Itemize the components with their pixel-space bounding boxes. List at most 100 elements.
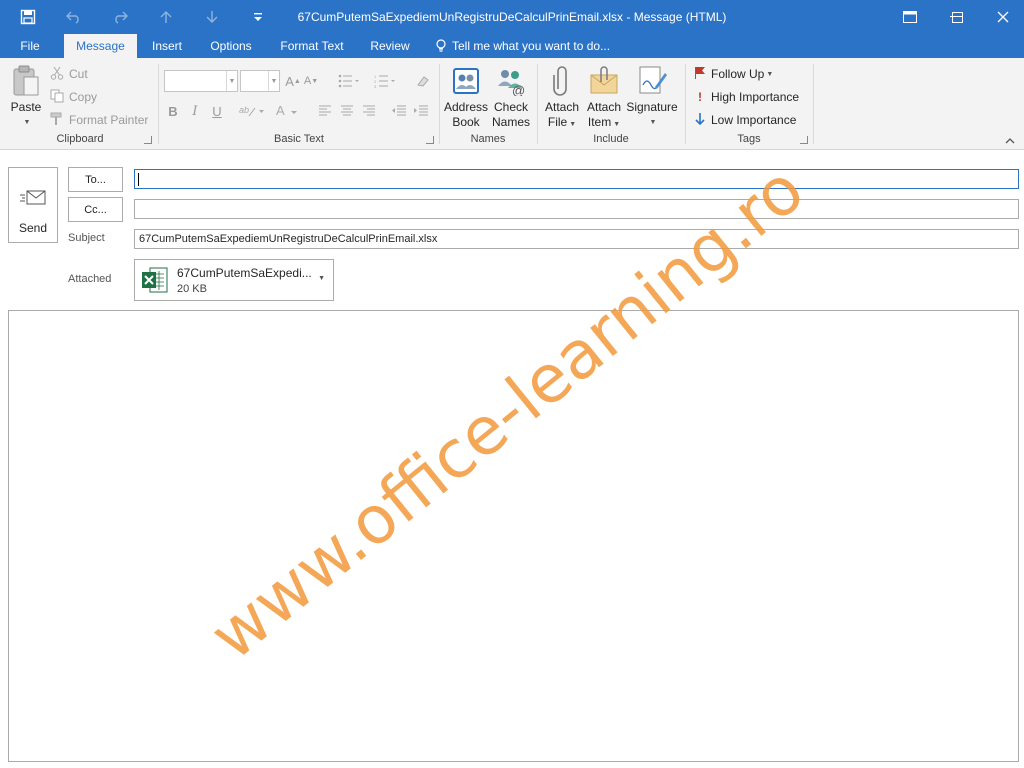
paste-label: Paste — [10, 100, 42, 114]
attach-item-button[interactable]: Attach Item ▼ — [582, 64, 626, 132]
numbering-icon[interactable]: 123 — [370, 71, 400, 91]
customize-toolbar-icon[interactable] — [238, 0, 278, 34]
high-importance-button[interactable]: ! High Importance — [694, 87, 799, 107]
format-painter-button[interactable]: Format Painter — [50, 110, 148, 130]
include-group-label: Include — [593, 133, 629, 145]
names-group: Address Book @ Check Names Names — [440, 62, 536, 146]
grow-font-icon[interactable]: A ▲ — [284, 71, 302, 91]
tags-group-label: Tags — [737, 133, 761, 145]
align-left-icon[interactable] — [316, 101, 334, 121]
flag-icon — [694, 66, 706, 83]
copy-icon — [50, 89, 64, 106]
cut-button[interactable]: Cut — [50, 64, 88, 84]
to-field[interactable] — [134, 169, 1019, 189]
ribbon: Paste ▼ Cut Copy Format Painter Clipboar… — [0, 58, 1024, 150]
tab-format-text[interactable]: Format Text — [272, 34, 352, 58]
align-right-icon[interactable] — [360, 101, 378, 121]
check-names-label-line1: Check — [493, 100, 528, 114]
chevron-down-icon: ▼ — [649, 119, 657, 126]
basic-text-dialog-launcher[interactable] — [426, 136, 434, 144]
chevron-down-icon[interactable]: ▼ — [268, 71, 279, 91]
increase-indent-icon[interactable] — [412, 101, 430, 121]
address-book-icon — [449, 64, 483, 98]
title-bar: 67CumPutemSaExpediemUnRegistruDeCalculPr… — [0, 0, 1024, 34]
to-button[interactable]: To... — [68, 167, 123, 192]
attach-file-label-text: File — [547, 115, 568, 129]
signature-button[interactable]: Signature ▼ — [624, 64, 680, 130]
attach-file-label-line2: File ▼ — [548, 115, 576, 132]
copy-label: Copy — [69, 90, 98, 104]
check-names-label-line2: Names — [491, 115, 530, 129]
divider — [158, 64, 159, 144]
signature-label: Signature — [626, 100, 678, 114]
paintbrush-icon — [50, 112, 64, 129]
tab-options[interactable]: Options — [202, 34, 260, 58]
lightbulb-icon — [436, 39, 446, 52]
align-center-icon[interactable] — [338, 101, 356, 121]
clear-formatting-icon[interactable] — [414, 71, 432, 91]
svg-text:3: 3 — [374, 84, 377, 88]
chevron-down-icon[interactable]: ▼ — [226, 71, 237, 91]
compose-area: Send To... Cc... Subject 67CumPutemSaExp… — [0, 151, 1024, 768]
high-importance-icon: ! — [698, 90, 702, 104]
chevron-down-icon[interactable]: ▼ — [318, 275, 325, 282]
attach-file-button[interactable]: Attach File ▼ — [540, 64, 584, 132]
chevron-down-icon: ▼ — [613, 121, 621, 128]
tell-me-label: Tell me what you want to do... — [452, 39, 611, 53]
address-book-button[interactable]: Address Book — [442, 64, 490, 130]
tags-dialog-launcher[interactable] — [800, 136, 808, 144]
include-group: Attach File ▼ Attach Item ▼ Signature ▼ In… — [538, 62, 684, 146]
chevron-down-icon: ▼ — [766, 70, 774, 78]
send-button[interactable]: Send — [8, 167, 58, 243]
copy-button[interactable]: Copy — [50, 87, 97, 107]
subject-field[interactable]: 67CumPutemSaExpediemUnRegistruDeCalculPr… — [134, 229, 1019, 249]
scissors-icon — [50, 66, 64, 83]
shrink-font-icon[interactable]: A ▼ — [302, 71, 320, 91]
attach-item-label-line2: Item ▼ — [588, 115, 620, 132]
bold-icon[interactable]: B — [164, 101, 182, 121]
divider — [813, 64, 814, 144]
paste-dropdown-icon[interactable]: ▼ — [24, 115, 31, 130]
redo-icon[interactable] — [100, 0, 140, 34]
highlight-icon[interactable]: ab — [238, 101, 266, 121]
tell-me-box[interactable]: Tell me what you want to do... — [436, 34, 610, 58]
attachment-size: 20 KB — [177, 283, 207, 295]
collapse-ribbon-icon[interactable] — [1004, 136, 1016, 146]
message-body[interactable] — [8, 310, 1019, 762]
undo-icon[interactable] — [54, 0, 94, 34]
tab-message[interactable]: Message — [64, 34, 137, 58]
low-importance-label: Low Importance — [711, 113, 797, 127]
low-importance-button[interactable]: Low Importance — [694, 110, 796, 130]
clipboard-dialog-launcher[interactable] — [144, 136, 152, 144]
previous-item-icon[interactable] — [146, 0, 186, 34]
underline-icon[interactable]: U — [208, 101, 226, 121]
maximize-icon[interactable] — [934, 0, 980, 34]
chevron-down-icon: ▼ — [569, 121, 577, 128]
bullets-icon[interactable] — [334, 71, 364, 91]
attached-label: Attached — [68, 273, 112, 285]
check-names-icon: @ — [494, 64, 528, 98]
cc-field[interactable] — [134, 199, 1019, 219]
restore-ribbon-icon[interactable] — [887, 0, 933, 34]
paste-button[interactable]: Paste ▼ — [8, 64, 44, 130]
tab-file[interactable]: File — [10, 34, 50, 58]
send-label: Send — [18, 221, 48, 235]
paste-icon — [9, 64, 43, 98]
attachment-chip[interactable]: 67CumPutemSaExpedi... 20 KB ▼ — [134, 259, 334, 301]
ribbon-tabs: File Message Insert Options Format Text … — [0, 34, 1024, 58]
font-size-combo[interactable]: ▼ — [240, 70, 280, 92]
font-name-combo[interactable]: ▼ — [164, 70, 238, 92]
excel-file-icon — [141, 266, 169, 294]
font-color-icon[interactable]: A — [274, 101, 300, 121]
close-icon[interactable] — [980, 0, 1024, 34]
signature-icon — [635, 64, 669, 98]
follow-up-button[interactable]: Follow Up ▼ — [694, 64, 773, 84]
next-item-icon[interactable] — [192, 0, 232, 34]
tab-insert[interactable]: Insert — [144, 34, 190, 58]
save-icon[interactable] — [8, 0, 48, 34]
cc-button[interactable]: Cc... — [68, 197, 123, 222]
decrease-indent-icon[interactable] — [390, 101, 408, 121]
check-names-button[interactable]: @ Check Names — [488, 64, 534, 130]
tab-review[interactable]: Review — [364, 34, 416, 58]
italic-icon[interactable]: I — [186, 101, 204, 121]
